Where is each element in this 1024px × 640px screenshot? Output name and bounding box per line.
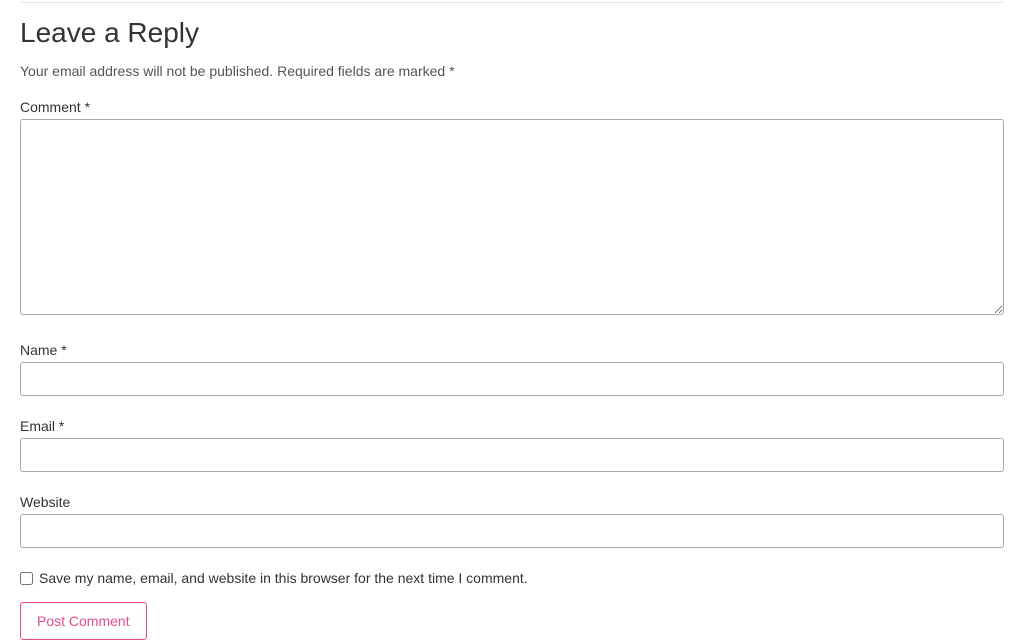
- email-field-group: Email *: [20, 418, 1004, 472]
- form-notes: Your email address will not be published…: [20, 63, 1004, 79]
- comment-textarea[interactable]: [20, 119, 1004, 315]
- comment-field-group: Comment *: [20, 99, 1004, 320]
- consent-row: Save my name, email, and website in this…: [20, 570, 1004, 586]
- comment-form-container: Leave a Reply Your email address will no…: [20, 0, 1004, 640]
- email-label-text: Email: [20, 418, 59, 434]
- email-input[interactable]: [20, 438, 1004, 472]
- consent-checkbox[interactable]: [20, 572, 33, 585]
- notes-required: Required fields are marked: [277, 63, 445, 79]
- comment-label-text: Comment: [20, 99, 85, 115]
- name-label: Name *: [20, 342, 1004, 358]
- post-comment-button[interactable]: Post Comment: [20, 602, 147, 640]
- reply-title: Leave a Reply: [20, 17, 1004, 49]
- website-field-group: Website: [20, 494, 1004, 548]
- top-divider: [20, 2, 1004, 3]
- website-input[interactable]: [20, 514, 1004, 548]
- consent-label: Save my name, email, and website in this…: [39, 570, 528, 586]
- email-label: Email *: [20, 418, 1004, 434]
- comment-label: Comment *: [20, 99, 1004, 115]
- website-label: Website: [20, 494, 1004, 510]
- notes-required-mark: *: [449, 63, 454, 79]
- name-required-mark: *: [61, 342, 66, 358]
- website-label-text: Website: [20, 494, 70, 510]
- email-required-mark: *: [59, 418, 64, 434]
- comment-required-mark: *: [85, 99, 90, 115]
- name-field-group: Name *: [20, 342, 1004, 396]
- notes-prefix: Your email address will not be published…: [20, 63, 273, 79]
- name-input[interactable]: [20, 362, 1004, 396]
- name-label-text: Name: [20, 342, 61, 358]
